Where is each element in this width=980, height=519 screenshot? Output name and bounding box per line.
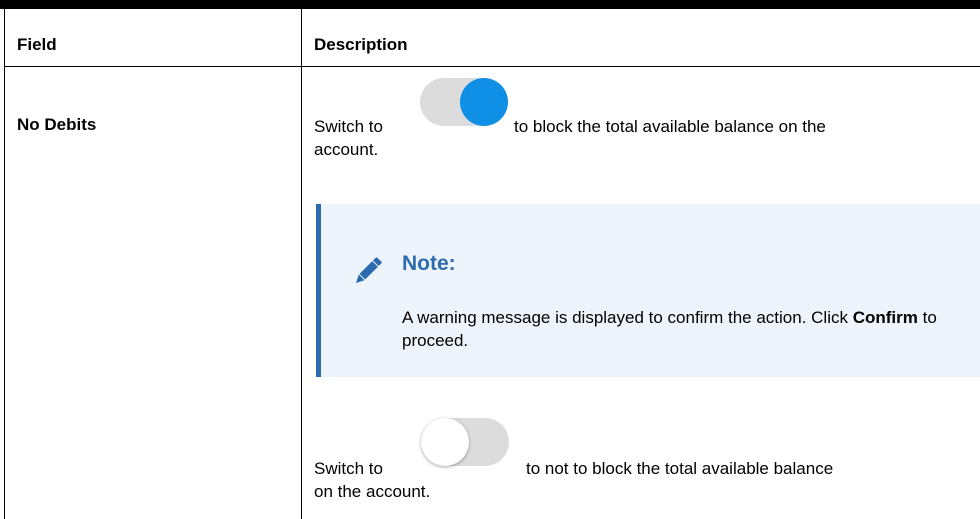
table-left-border xyxy=(4,9,5,519)
on-switch-prefix: Switch to xyxy=(314,117,383,136)
toggle-off-icon xyxy=(421,418,509,466)
table-column-divider xyxy=(301,9,302,519)
note-text-part1: A warning message is displayed to confir… xyxy=(402,308,853,327)
field-no-debits: No Debits xyxy=(17,115,97,134)
off-switch-suffix-line1: to not to block the total available bala… xyxy=(526,459,834,478)
header-field: Field xyxy=(17,35,57,54)
pencil-icon xyxy=(355,257,382,284)
header-description: Description xyxy=(314,35,408,54)
on-switch-suffix-line1: to block the total available balance on … xyxy=(514,117,826,136)
document-page: Field Description No Debits Switch to to… xyxy=(0,0,980,519)
off-switch-prefix: Switch to xyxy=(314,459,383,478)
toggle-on-icon xyxy=(420,78,508,126)
table-top-rule xyxy=(0,0,980,9)
note-box: Note: A warning message is displayed to … xyxy=(316,204,980,377)
note-text: A warning message is displayed to confir… xyxy=(402,306,962,352)
toggle-knob xyxy=(460,78,508,126)
on-switch-suffix-line2: account. xyxy=(314,140,379,159)
confirm-label: Confirm xyxy=(852,308,918,327)
off-switch-suffix-line2: on the account. xyxy=(314,482,431,501)
table-header-separator xyxy=(4,66,980,67)
toggle-knob xyxy=(421,418,469,466)
note-title: Note: xyxy=(402,252,456,275)
